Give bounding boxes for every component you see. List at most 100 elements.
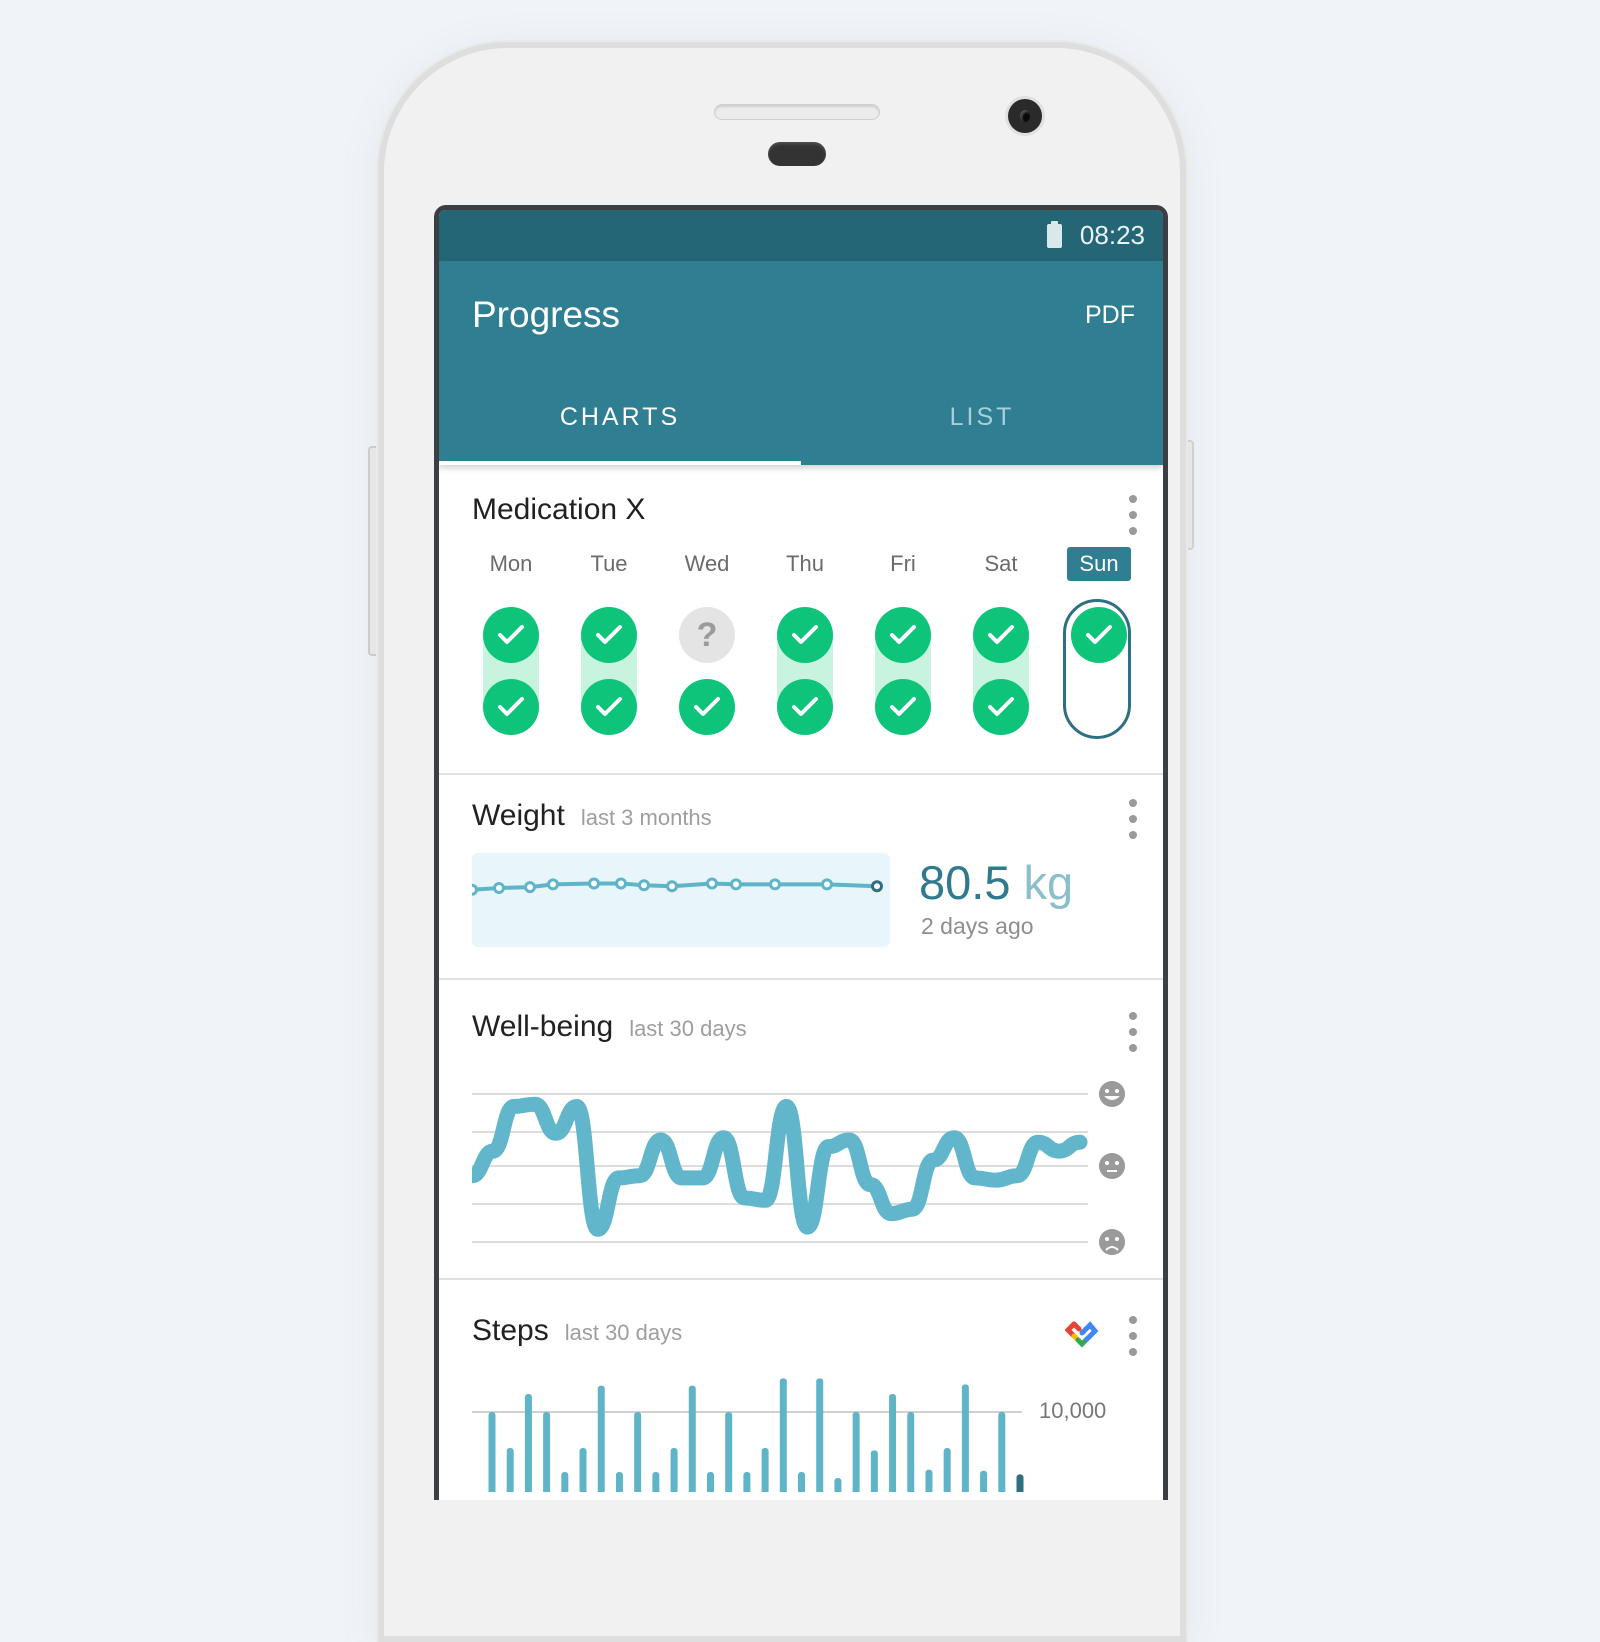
check-icon[interactable] xyxy=(973,679,1029,735)
medication-title: Medication X xyxy=(472,493,646,526)
steps-reference-label: 10,000 xyxy=(1039,1398,1107,1423)
weight-point xyxy=(547,878,559,891)
front-camera xyxy=(1008,99,1042,133)
dose-stack: ? xyxy=(679,607,735,735)
day-label: Sat xyxy=(984,551,1018,576)
weight-title-row: Weight last 3 months xyxy=(472,799,712,833)
weight-latest: 80.5 kg xyxy=(919,855,1073,910)
steps-bar xyxy=(889,1394,897,1492)
weight-point xyxy=(821,878,833,891)
wellbeing-card: Well-being last 30 days xyxy=(439,980,1163,1280)
more-vert-icon[interactable] xyxy=(1127,1012,1139,1052)
day-column-thu[interactable]: Thu xyxy=(756,547,854,735)
steps-bar xyxy=(561,1472,569,1492)
status-time: 08:23 xyxy=(1079,220,1145,250)
wellbeing-chart[interactable] xyxy=(472,1076,1162,1256)
more-vert-icon[interactable] xyxy=(1127,495,1139,535)
steps-bar xyxy=(688,1385,696,1492)
medication-card: Medication X Mon Tue Wed? Thu Fri Sat Sun xyxy=(439,465,1163,775)
check-icon[interactable] xyxy=(679,679,735,735)
day-column-sun[interactable]: Sun xyxy=(1050,547,1148,739)
status-bar: 08:23 xyxy=(439,210,1163,261)
day-label: Sun xyxy=(1067,547,1131,581)
steps-bar xyxy=(1016,1474,1024,1492)
weight-point xyxy=(588,877,600,890)
steps-bar xyxy=(907,1412,915,1492)
tab-list[interactable]: LIST xyxy=(801,369,1163,465)
tab-charts[interactable]: CHARTS xyxy=(439,369,801,465)
more-vert-icon[interactable] xyxy=(1127,799,1139,839)
steps-chart[interactable] xyxy=(472,1372,1052,1492)
power-button xyxy=(1186,440,1194,550)
check-icon[interactable] xyxy=(777,679,833,735)
steps-bar xyxy=(506,1448,514,1492)
dose-stack xyxy=(581,607,637,735)
app-bar: Progress PDF CHARTS LIST xyxy=(439,261,1163,465)
check-icon[interactable] xyxy=(581,679,637,735)
pdf-export-button[interactable]: PDF xyxy=(1085,301,1135,330)
steps-subtitle: last 30 days xyxy=(564,1320,683,1345)
dose-stack xyxy=(973,607,1029,735)
day-column-fri[interactable]: Fri xyxy=(854,547,952,735)
phone-screen: 08:23 Progress PDF CHARTS LIST Medicatio… xyxy=(434,205,1168,1500)
steps-bar xyxy=(779,1378,787,1492)
weight-point xyxy=(615,877,627,890)
weight-point xyxy=(466,883,478,896)
day-column-tue[interactable]: Tue xyxy=(560,547,658,735)
check-icon[interactable] xyxy=(483,607,539,663)
neutral-face-icon xyxy=(1099,1153,1125,1179)
steps-bar xyxy=(725,1412,733,1492)
check-icon[interactable] xyxy=(1071,607,1127,663)
steps-bar xyxy=(961,1384,969,1492)
check-icon[interactable] xyxy=(973,607,1029,663)
day-label: Thu xyxy=(786,551,824,576)
day-column-mon[interactable]: Mon xyxy=(462,547,560,735)
steps-card: Steps last 30 days 10,000 xyxy=(439,1280,1163,1500)
weight-updated: 2 days ago xyxy=(921,913,1034,939)
phone-sensor xyxy=(768,142,826,166)
day-label: Mon xyxy=(489,551,533,576)
steps-bar xyxy=(925,1469,933,1492)
steps-bar xyxy=(834,1478,842,1492)
check-icon[interactable] xyxy=(777,607,833,663)
check-icon[interactable] xyxy=(875,679,931,735)
steps-bar xyxy=(579,1448,587,1492)
steps-bar xyxy=(597,1385,605,1492)
tab-bar: CHARTS LIST xyxy=(439,369,1163,465)
more-vert-icon[interactable] xyxy=(1127,1316,1139,1356)
phone-speaker xyxy=(714,104,880,120)
steps-bar xyxy=(524,1394,532,1492)
steps-bar xyxy=(652,1472,660,1492)
weight-point xyxy=(769,878,781,891)
day-column-sat[interactable]: Sat xyxy=(952,547,1050,735)
steps-bar xyxy=(998,1412,1006,1492)
day-label: Fri xyxy=(890,551,916,576)
medication-week: Mon Tue Wed? Thu Fri Sat Sun xyxy=(462,547,1148,739)
weight-card: Weight last 3 months 80.5 kg 2 days ago xyxy=(439,775,1163,980)
google-fit-heart-icon[interactable] xyxy=(1065,1320,1099,1350)
weight-subtitle: last 3 months xyxy=(580,805,712,830)
day-label: Wed xyxy=(684,551,730,576)
happy-face-icon xyxy=(1099,1081,1125,1107)
check-icon[interactable] xyxy=(875,607,931,663)
check-icon[interactable] xyxy=(581,607,637,663)
steps-bar xyxy=(870,1450,878,1492)
volume-button xyxy=(368,446,378,656)
weight-value: 80.5 xyxy=(919,856,1011,909)
sad-face-icon xyxy=(1099,1229,1125,1255)
page-title: Progress xyxy=(472,294,621,335)
weight-chart[interactable] xyxy=(466,853,890,947)
day-column-wed[interactable]: Wed? xyxy=(658,547,756,735)
wellbeing-title-row: Well-being last 30 days xyxy=(472,1010,747,1044)
steps-bar xyxy=(816,1378,824,1492)
steps-bar xyxy=(706,1472,714,1492)
check-icon[interactable] xyxy=(483,679,539,735)
steps-bar xyxy=(634,1412,642,1492)
question-icon[interactable]: ? xyxy=(679,607,735,663)
steps-bar xyxy=(615,1472,623,1492)
weight-unit: kg xyxy=(1023,856,1074,909)
wellbeing-subtitle: last 30 days xyxy=(629,1016,747,1041)
weight-point xyxy=(706,877,718,890)
dose-stack xyxy=(483,607,539,735)
wellbeing-title: Well-being xyxy=(472,1010,614,1043)
